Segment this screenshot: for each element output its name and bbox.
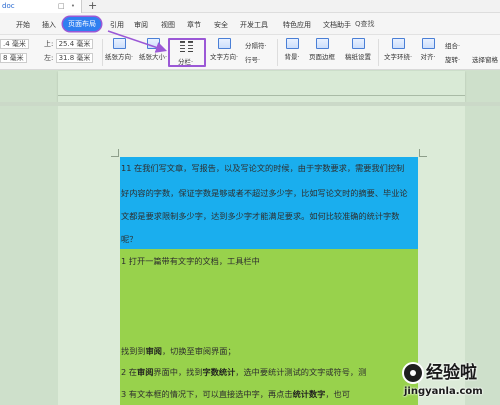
crop-mark-top-left <box>111 149 119 157</box>
ribbon-separator <box>277 39 278 66</box>
line-number-button[interactable]: 行号· <box>245 54 260 64</box>
tab-window-icons[interactable]: □ • <box>58 0 77 13</box>
selection-highlight-green <box>120 249 418 405</box>
page-border-button[interactable]: 页面边框 <box>307 38 337 61</box>
group-button[interactable]: 组合· <box>445 40 460 50</box>
line-text: 界面中，找到 <box>153 367 203 377</box>
paper-size-label: 纸张大小· <box>138 53 168 61</box>
align-button[interactable]: 对齐· <box>417 38 439 61</box>
line-text: 3 有文本框的情况下，可以直接选中字，再点击 <box>121 389 293 399</box>
previous-page <box>58 71 465 102</box>
menu-developer[interactable]: 开发工具 <box>240 20 268 30</box>
align-icon <box>421 38 435 49</box>
document-line[interactable]: 找到到审阅，切换至审阅界面； <box>121 345 236 357</box>
watermark-url: jingyanla.com <box>404 386 483 397</box>
orientation-label: 纸张方向· <box>104 53 134 61</box>
menu-references[interactable]: 引用 <box>110 20 124 30</box>
paper-setup-button[interactable]: 稿纸设置 <box>343 38 373 61</box>
text-direction-button[interactable]: 文字方向· <box>207 38 241 61</box>
background-label: 背景· <box>284 53 300 61</box>
menu-insert[interactable]: 插入 <box>42 20 56 30</box>
menu-security[interactable]: 安全 <box>214 20 228 30</box>
text-wrap-label: 文字环绕· <box>383 53 413 61</box>
background-button[interactable]: 背景· <box>280 38 304 61</box>
text-wrap-button[interactable]: 文字环绕· <box>381 38 415 61</box>
field-b-value[interactable]: 8 毫米 <box>0 53 27 63</box>
page-border-label: 页面边框 <box>309 53 335 61</box>
ribbon-separator <box>378 39 379 66</box>
field-a-value[interactable]: .4 毫米 <box>0 39 29 49</box>
margin-top-value[interactable]: 25.4 毫米 <box>55 39 94 49</box>
group-label: 组合· <box>445 42 461 50</box>
document-tab-label: doc <box>2 2 15 10</box>
watermark: 经验啦 jingyanla.com <box>402 356 498 402</box>
margin-top-label: 上: <box>44 40 54 48</box>
document-line[interactable]: 11 在我们写文章，写报告，以及写论文的时候，由于字数要求，需要我们控制 <box>121 162 404 174</box>
line-text: ，也可 <box>325 389 350 399</box>
background-icon <box>285 38 299 49</box>
paper-setup-icon <box>351 38 365 49</box>
search-button[interactable]: Q查找 <box>355 19 375 29</box>
line-bold-text: 统计数字 <box>292 389 326 399</box>
menu-special-apps[interactable]: 特色应用 <box>283 20 311 30</box>
margin-left-field[interactable]: 左: 31.8 毫米 <box>44 53 94 64</box>
line-text: 2 在 <box>121 367 137 377</box>
menu-review[interactable]: 审阅 <box>134 20 148 30</box>
paper-size-icon <box>146 38 160 49</box>
separator-button[interactable]: 分隔符· <box>245 40 267 50</box>
text-direction-label: 文字方向· <box>209 53 239 61</box>
margin-top-field[interactable]: 上: 25.4 毫米 <box>44 39 94 50</box>
new-tab-plus-icon[interactable]: + <box>88 0 97 12</box>
select-pane-button[interactable]: 选择窗格 <box>472 54 498 64</box>
orientation-icon <box>112 38 126 49</box>
rotate-button[interactable]: 旋转· <box>445 54 460 64</box>
watermark-paw-icon <box>402 362 424 384</box>
ribbon-toolbar: .4 毫米 8 毫米 上: 25.4 毫米 左: 31.8 毫米 纸张方向· 纸… <box>0 35 500 70</box>
select-pane-label: 选择窗格 <box>472 56 498 64</box>
menu-page-layout[interactable]: 页面布局 <box>63 17 101 31</box>
line-bold-text: 审阅 <box>137 367 154 377</box>
document-line[interactable]: 2 在审阅界面中，找到字数统计，选中要统计测试的文字或符号，测 <box>121 366 366 378</box>
menu-doc-assistant[interactable]: 文档助手 <box>323 20 351 30</box>
document-tab[interactable]: doc □ • <box>0 0 82 13</box>
document-line[interactable]: 好内容的字数，保证字数是够或者不超过多少字，比如写论文时的摘要、毕业论 <box>121 187 408 199</box>
title-bar: doc □ • + <box>0 0 500 13</box>
line-number-label: 行号· <box>245 56 261 64</box>
separator-label: 分隔符· <box>245 42 267 50</box>
line-bold-text: 审阅 <box>145 346 162 356</box>
line-text: ，切换至审阅界面； <box>161 346 236 356</box>
line-text: ，选中要统计测试的文字或符号，测 <box>235 367 367 377</box>
document-line[interactable]: 3 有文本框的情况下，可以直接选中字，再点击统计数字，也可 <box>121 388 350 400</box>
watermark-title: 经验啦 <box>426 363 477 383</box>
menu-start[interactable]: 开始 <box>16 20 30 30</box>
margin-left-label: 左: <box>44 54 54 62</box>
columns-label: 分栏· <box>178 58 194 66</box>
text-wrap-icon <box>391 38 405 49</box>
rotate-label: 旋转· <box>445 56 461 64</box>
orientation-button[interactable]: 纸张方向· <box>104 38 134 61</box>
menu-bar: 开始 插入 页面布局 引用 审阅 视图 章节 安全 开发工具 特色应用 文档助手… <box>0 13 500 35</box>
menu-view[interactable]: 视图 <box>161 20 175 30</box>
document-line[interactable]: 文都是要求限制多少字，达到多少字才能满足要求。如何比较准确的统计字数 <box>121 210 399 222</box>
page-border-icon <box>315 38 329 49</box>
menu-chapter[interactable]: 章节 <box>187 20 201 30</box>
line-text: 找到到 <box>121 346 146 356</box>
crop-mark-top-right <box>419 149 427 157</box>
paper-setup-label: 稿纸设置 <box>345 53 371 61</box>
text-direction-icon <box>217 38 231 49</box>
columns-icon <box>180 41 194 52</box>
document-line[interactable]: 1 打开一篇带有文字的文档，工具栏中 <box>121 255 260 267</box>
ribbon-separator <box>102 39 103 66</box>
field-a[interactable]: .4 毫米 <box>0 39 29 50</box>
field-b[interactable]: 8 毫米 <box>0 53 27 64</box>
document-line[interactable]: 呢？ <box>121 233 137 245</box>
paper-size-button[interactable]: 纸张大小· <box>138 38 168 61</box>
margin-left-value[interactable]: 31.8 毫米 <box>55 53 94 63</box>
align-label: 对齐· <box>420 53 436 61</box>
line-bold-text: 字数统计 <box>202 367 236 377</box>
